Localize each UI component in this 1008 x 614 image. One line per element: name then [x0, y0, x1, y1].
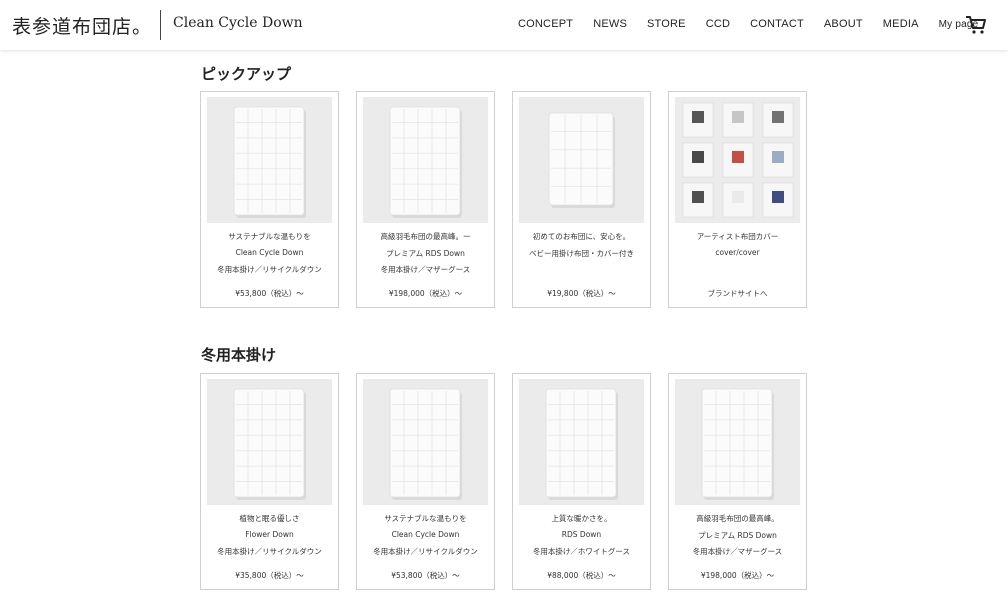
- duvet-baby-image: [519, 97, 644, 223]
- logo-divider: [160, 10, 161, 40]
- nav-concept[interactable]: CONCEPT: [518, 18, 573, 30]
- product-image: [363, 379, 488, 505]
- product-card[interactable]: 上質な暖かさを。 RDS Down 冬用本掛け／ホワイトグース ¥88,000（…: [512, 373, 651, 590]
- product-image: [519, 97, 644, 223]
- product-price: ¥35,800（税込）〜: [235, 571, 304, 580]
- product-name: cover/cover: [715, 248, 760, 257]
- product-price: ¥53,800（税込）〜: [235, 289, 304, 298]
- product-tagline: アーティスト布団カバー: [696, 232, 779, 241]
- product-type: 冬用本掛け／マザーグース: [692, 547, 783, 556]
- product-image: [207, 379, 332, 505]
- product-tagline: サステナブルな温もりを: [228, 232, 311, 241]
- product-type: 冬用本掛け／リサイクルダウン: [217, 547, 322, 556]
- nav-media[interactable]: MEDIA: [883, 18, 919, 30]
- duvet-long-image: [675, 379, 800, 505]
- nav-contact[interactable]: CONTACT: [750, 18, 804, 30]
- brand-site-link[interactable]: ブランドサイトへ: [669, 288, 806, 299]
- product-price: ¥53,800（税込）〜: [391, 571, 460, 580]
- product-card[interactable]: 初めてのお布団に、安心を。 ベビー用掛け布団・カバー付き ¥19,800（税込）…: [512, 91, 651, 308]
- product-card[interactable]: 高級羽毛布団の最高峰。 プレミアム RDS Down 冬用本掛け／マザーグース …: [668, 373, 807, 590]
- nav-store[interactable]: STORE: [647, 18, 686, 30]
- product-type: 冬用本掛け／リサイクルダウン: [373, 547, 478, 556]
- duvet-long-image: [519, 379, 644, 505]
- nav-about[interactable]: ABOUT: [824, 18, 863, 30]
- product-name: プレミアム RDS Down: [698, 531, 777, 540]
- product-type: 冬用本掛け／リサイクルダウン: [217, 265, 322, 274]
- duvet-long-image: [207, 97, 332, 223]
- product-card[interactable]: サステナブルな温もりを Clean Cycle Down 冬用本掛け／リサイクル…: [200, 91, 339, 308]
- product-name: プレミアム RDS Down: [386, 249, 465, 258]
- product-name: ベビー用掛け布団・カバー付き: [529, 249, 634, 258]
- product-tagline: サステナブルな温もりを: [384, 514, 467, 523]
- product-card[interactable]: アーティスト布団カバー cover/cover ブランドサイトへ: [668, 91, 807, 308]
- product-price: ¥198,000（税込）〜: [388, 289, 463, 298]
- product-image: [519, 379, 644, 505]
- cart-icon[interactable]: [965, 14, 987, 36]
- main-nav: CONCEPT NEWS STORE CCD CONTACT ABOUT MED…: [518, 18, 992, 30]
- product-name: Flower Down: [245, 530, 294, 539]
- product-price: ¥198,000（税込）〜: [700, 571, 775, 580]
- duvet-long-image: [363, 379, 488, 505]
- product-tagline: 高級羽毛布団の最高峰。: [696, 514, 779, 523]
- nav-ccd[interactable]: CCD: [706, 18, 730, 30]
- product-grid-winter: 植物と眠る優しさ Flower Down 冬用本掛け／リサイクルダウン ¥35,…: [200, 373, 824, 590]
- product-grid-pickup: サステナブルな温もりを Clean Cycle Down 冬用本掛け／リサイクル…: [200, 91, 824, 308]
- section-title-pickup: ピックアップ: [201, 65, 292, 83]
- site-logo[interactable]: 表参道布団店。: [12, 12, 152, 39]
- cover-grid-image: [675, 97, 800, 223]
- product-name: Clean Cycle Down: [391, 530, 460, 539]
- product-tagline: 高級羽毛布団の最高峰。ー: [380, 232, 471, 241]
- product-tagline: 上質な暖かさを。: [551, 514, 612, 523]
- product-image: [363, 97, 488, 223]
- product-type: 冬用本掛け／マザーグース: [380, 265, 471, 274]
- product-tagline: 初めてのお布団に、安心を。: [532, 232, 631, 241]
- product-tagline: 植物と眠る優しさ: [239, 514, 300, 523]
- nav-news[interactable]: NEWS: [593, 18, 627, 30]
- product-card[interactable]: 高級羽毛布団の最高峰。ー プレミアム RDS Down 冬用本掛け／マザーグース…: [356, 91, 495, 308]
- product-image: [207, 97, 332, 223]
- product-type: 冬用本掛け／ホワイトグース: [532, 547, 631, 556]
- section-title-winter: 冬用本掛け: [201, 346, 277, 364]
- duvet-long-image: [207, 379, 332, 505]
- duvet-long-image: [363, 97, 488, 223]
- product-card[interactable]: サステナブルな温もりを Clean Cycle Down 冬用本掛け／リサイクル…: [356, 373, 495, 590]
- product-name: Clean Cycle Down: [235, 248, 304, 257]
- product-image: [675, 379, 800, 505]
- product-image: [675, 97, 800, 223]
- brand-name[interactable]: Clean Cycle Down: [173, 15, 303, 31]
- product-name: RDS Down: [561, 530, 602, 539]
- product-card[interactable]: 植物と眠る優しさ Flower Down 冬用本掛け／リサイクルダウン ¥35,…: [200, 373, 339, 590]
- product-price: ¥88,000（税込）〜: [547, 571, 616, 580]
- site-header: 表参道布団店。 Clean Cycle Down CONCEPT NEWS ST…: [0, 0, 1008, 50]
- product-price: ¥19,800（税込）〜: [547, 289, 616, 298]
